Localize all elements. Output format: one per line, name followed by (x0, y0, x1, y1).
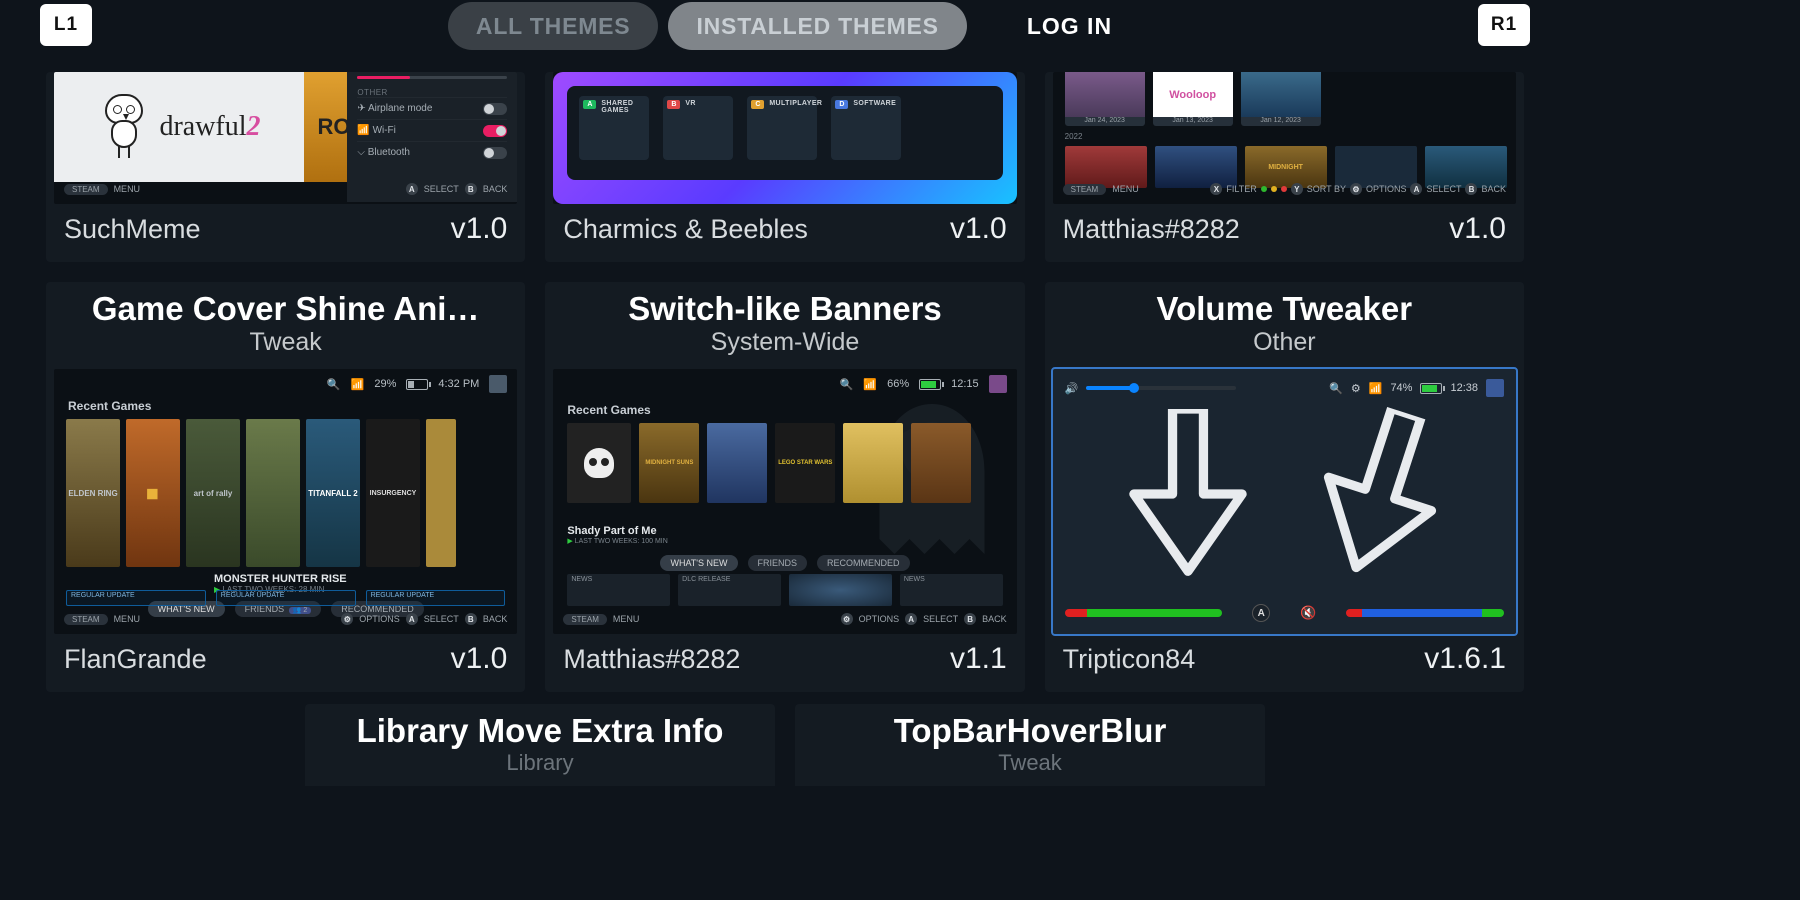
section-label: Recent Games (68, 399, 151, 413)
clock: 4:32 PM (438, 378, 479, 390)
library-tile: Jan 24, 2023 (1065, 72, 1145, 126)
theme-version: v1.0 (451, 642, 508, 676)
top-bar: L1 ALL THEMES INSTALLED THEMES LOG IN R1 (0, 0, 1570, 72)
battery-icon (406, 379, 428, 390)
collection-tile: CMULTIPLAYER (747, 96, 817, 160)
toggle-wifi (483, 125, 507, 137)
theme-card[interactable]: Switch-like Banners System-Wide 🔍 📶 66% … (545, 282, 1024, 692)
tab-all-themes[interactable]: ALL THEMES (448, 2, 659, 50)
theme-grid-row-partial: Library Move Extra Info Library TopBarHo… (46, 704, 1524, 786)
search-icon: 🔍 (1329, 382, 1343, 395)
theme-title: Switch-like Banners (561, 290, 1008, 328)
theme-author: Matthias#8282 (1063, 214, 1240, 245)
tab-installed-themes[interactable]: INSTALLED THEMES (668, 2, 966, 50)
arrow-down-icon (1292, 393, 1468, 595)
clock: 12:15 (951, 378, 979, 390)
tab-row: ALL THEMES INSTALLED THEMES LOG IN (448, 2, 1122, 50)
theme-category: Other (1061, 328, 1508, 357)
theme-title: Game Cover Shine Ani… (62, 290, 509, 328)
volume-bar (1065, 609, 1223, 617)
battery-icon (919, 379, 941, 390)
wifi-icon: 📶 (351, 378, 365, 391)
preview-footer: STEAMMENU ASELECT BBACK (64, 180, 507, 198)
theme-preview: ASHARED GAMES BVR CMULTIPLAYER DSOFTWARE (553, 72, 1016, 204)
featured-title: Shady Part of Me (567, 525, 667, 537)
theme-card[interactable]: Jan 24, 2023 WooloopJan 13, 2023 Jan 12,… (1045, 72, 1524, 262)
theme-category: Tweak (795, 750, 1265, 776)
theme-author: Matthias#8282 (563, 644, 740, 675)
shoulder-r1-button[interactable]: R1 (1478, 4, 1530, 46)
theme-card[interactable]: drawful2 RO OTHER ✈ Airplane mode 📶 Wi-F… (46, 72, 525, 262)
battery-pct: 29% (374, 378, 396, 390)
collection-tile: ASHARED GAMES (579, 96, 649, 160)
theme-author: Tripticon84 (1063, 644, 1196, 675)
avatar (1486, 379, 1504, 397)
collection-tile: BVR (663, 96, 733, 160)
arrow-down-icon (1123, 409, 1253, 579)
theme-title: Volume Tweaker (1061, 290, 1508, 328)
preview-footer: STEAMMENU XFILTER YSORT BY ⚙OPTIONS ASEL… (1063, 180, 1506, 198)
theme-title: TopBarHoverBlur (795, 712, 1265, 750)
collection-tile: DSOFTWARE (831, 96, 901, 160)
theme-card[interactable]: Game Cover Shine Ani… Tweak 🔍 📶 29% 4:32… (46, 282, 525, 692)
theme-author: FlanGrande (64, 644, 207, 675)
volume-slider (1086, 386, 1236, 390)
theme-preview: drawful2 RO OTHER ✈ Airplane mode 📶 Wi-F… (54, 72, 517, 204)
year-divider: 2022 (1065, 132, 1083, 141)
theme-preview: 🔍 📶 66% 12:15 Recent Games MIDNIGHT SUNS… (553, 369, 1016, 634)
theme-grid: drawful2 RO OTHER ✈ Airplane mode 📶 Wi-F… (46, 72, 1524, 692)
theme-card[interactable]: Library Move Extra Info Library (305, 704, 775, 786)
theme-version: v1.1 (950, 642, 1007, 676)
preview-logo-box: drawful2 (54, 72, 304, 182)
search-icon: 🔍 (840, 378, 854, 391)
theme-category: System-Wide (561, 328, 1008, 357)
drawful-logo-text: drawful2 (159, 111, 260, 143)
speaker-icon: 🔊 (1065, 382, 1079, 395)
theme-preview: 🔊 🔍 ⚙ 📶 74% 12:38 A 🔇 (1053, 369, 1516, 634)
theme-author: SuchMeme (64, 214, 201, 245)
panel-heading: OTHER (357, 88, 507, 97)
theme-card[interactable]: ASHARED GAMES BVR CMULTIPLAYER DSOFTWARE… (545, 72, 1024, 262)
battery-pct: 74% (1390, 382, 1412, 394)
owl-icon (97, 94, 151, 160)
avatar (489, 375, 507, 393)
battery-pct: 66% (887, 378, 909, 390)
shoulder-l1-button[interactable]: L1 (40, 4, 92, 46)
theme-version: v1.0 (451, 212, 508, 246)
clock: 12:38 (1450, 382, 1478, 394)
theme-card[interactable]: TopBarHoverBlur Tweak (795, 704, 1265, 786)
theme-author: Charmics & Beebles (563, 214, 808, 245)
toggle-bluetooth (483, 147, 507, 159)
theme-category: Library (305, 750, 775, 776)
search-icon: 🔍 (327, 378, 341, 391)
theme-category: Tweak (62, 328, 509, 357)
volume-bar (1346, 609, 1504, 617)
theme-title: Library Move Extra Info (305, 712, 775, 750)
theme-preview: 🔍 📶 29% 4:32 PM Recent Games ELDEN RING … (54, 369, 517, 634)
avatar (989, 375, 1007, 393)
library-tile: Jan 12, 2023 (1241, 72, 1321, 126)
theme-version: v1.0 (1449, 212, 1506, 246)
theme-version: v1.0 (950, 212, 1007, 246)
a-button-icon: A (1252, 604, 1270, 622)
featured-title: MONSTER HUNTER RISE (214, 573, 347, 585)
toggle-airplane (483, 103, 507, 115)
speaker-muted-icon: 🔇 (1300, 605, 1316, 621)
theme-preview: Jan 24, 2023 WooloopJan 13, 2023 Jan 12,… (1053, 72, 1516, 204)
wifi-icon: 📶 (863, 378, 877, 391)
library-tile: WooloopJan 13, 2023 (1153, 72, 1233, 126)
theme-version: v1.6.1 (1424, 642, 1506, 676)
login-button[interactable]: LOG IN (1017, 2, 1122, 50)
theme-card[interactable]: Volume Tweaker Other 🔊 🔍 ⚙ 📶 74% 12:38 (1045, 282, 1524, 692)
gear-icon: ⚙ (1351, 382, 1361, 395)
wifi-icon: 📶 (1369, 382, 1383, 395)
battery-icon (1420, 383, 1442, 394)
